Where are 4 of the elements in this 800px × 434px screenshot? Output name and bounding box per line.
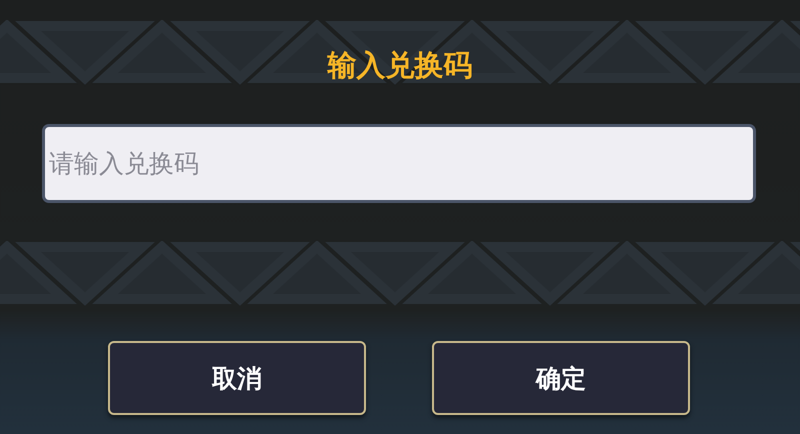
dialog-title: 输入兑换码 [328,47,472,84]
confirm-button[interactable]: 确定 [432,341,690,415]
code-input-field[interactable]: 请输入兑换码 [42,124,756,203]
cancel-button[interactable]: 取消 [108,341,366,415]
